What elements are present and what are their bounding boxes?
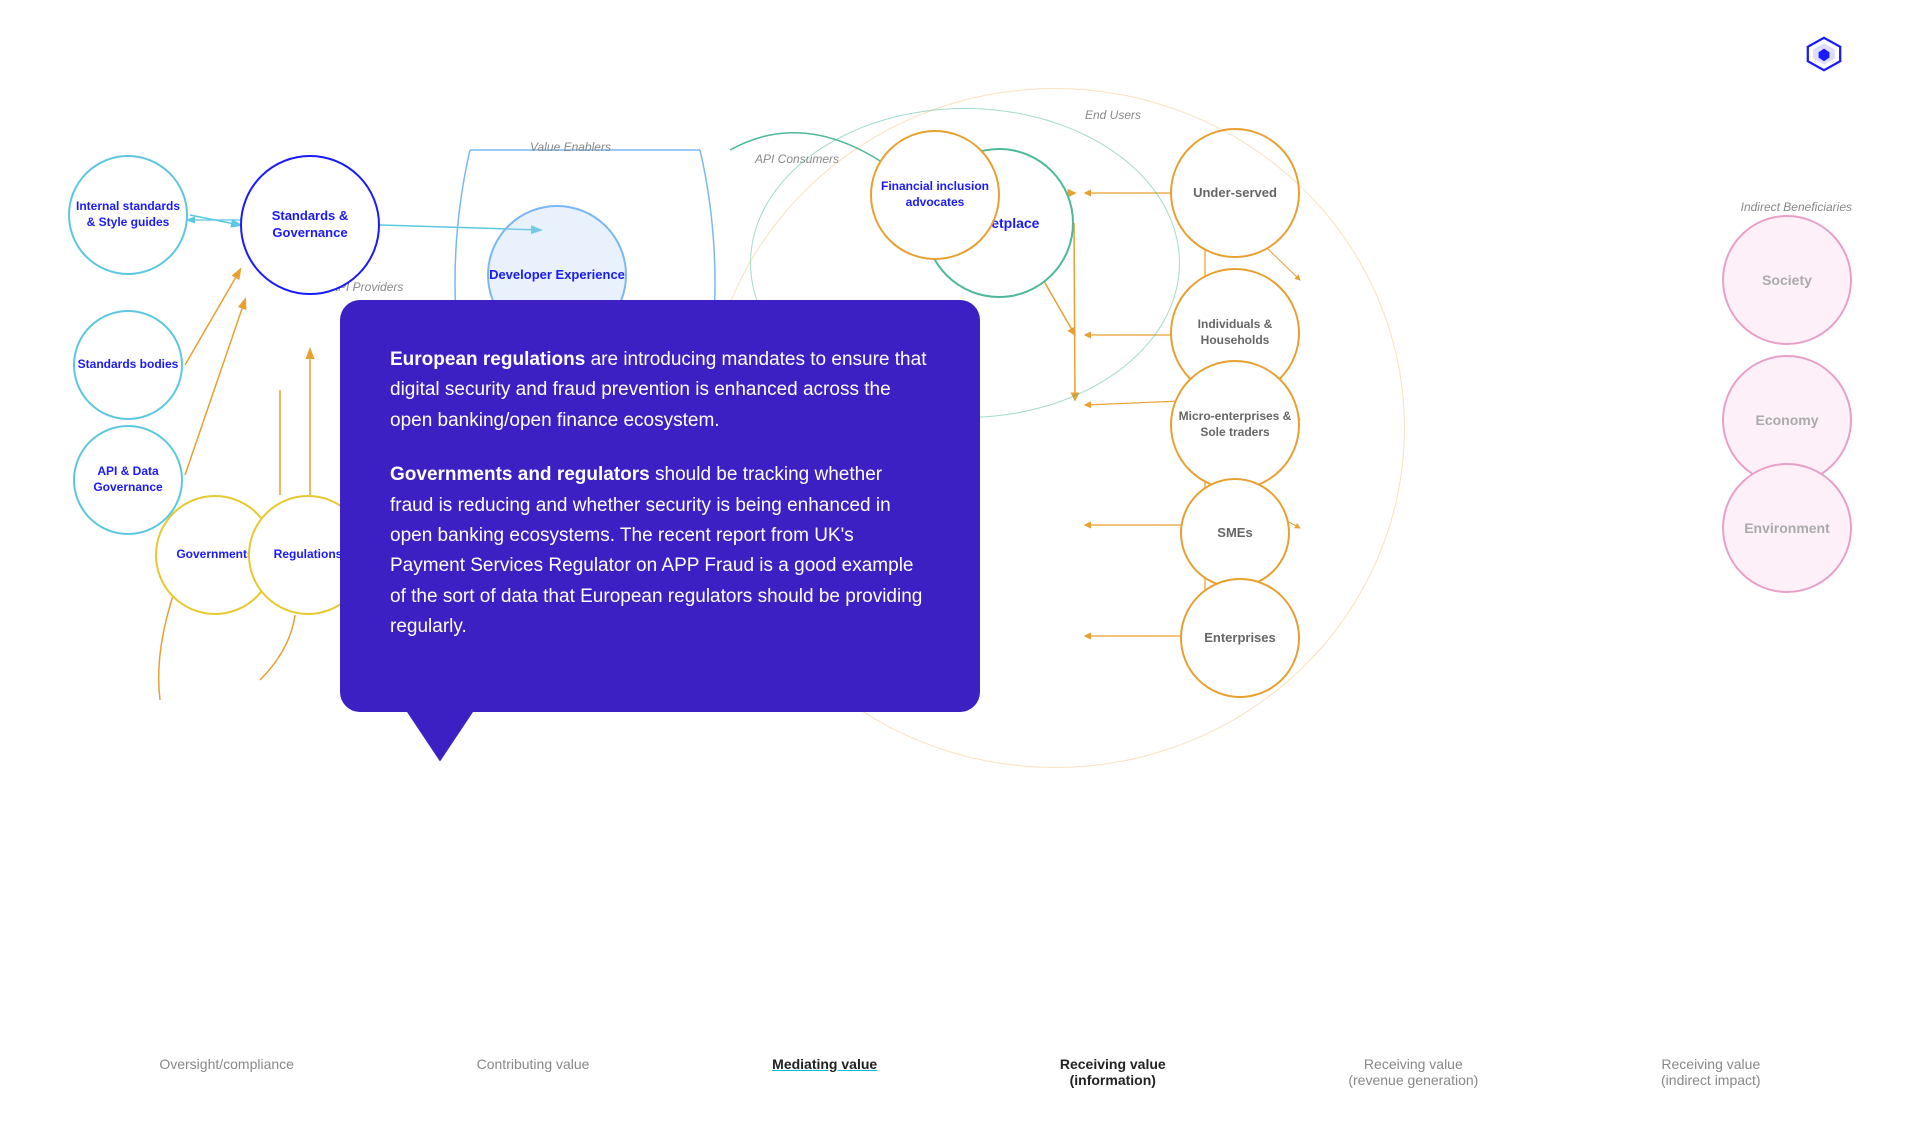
- circle-under-served: Under-served: [1170, 128, 1300, 258]
- bottom-label-receiving-revenue: Receiving value(revenue generation): [1348, 1056, 1478, 1088]
- bottom-label-receiving-indirect: Receiving value(indirect impact): [1661, 1056, 1761, 1088]
- circle-internal-standards: Internal standards & Style guides: [68, 155, 188, 275]
- popup-paragraph-2: Governments and regulators should be tra…: [390, 460, 930, 642]
- bottom-label-oversight: Oversight/compliance: [159, 1056, 294, 1088]
- indirect-beneficiaries-label: Indirect Beneficiaries: [1652, 200, 1852, 214]
- popup-paragraph-1: European regulations are introducing man…: [390, 345, 930, 436]
- bottom-label-mediating: Mediating value: [772, 1056, 877, 1088]
- api-consumers-label: API Consumers: [755, 152, 839, 166]
- circle-standards-governance: Standards & Governance: [240, 155, 380, 295]
- circle-standards-bodies: Standards bodies: [73, 310, 183, 420]
- circle-micro-enterprises: Micro-enterprises & Sole traders: [1170, 360, 1300, 490]
- bottom-label-contributing: Contributing value: [477, 1056, 590, 1088]
- bottom-label-receiving-info: Receiving value(information): [1060, 1056, 1166, 1088]
- bottom-labels-row: Oversight/compliance Contributing value …: [0, 1056, 1920, 1088]
- logo: [1806, 36, 1852, 72]
- circle-enterprises: Enterprises: [1180, 578, 1300, 698]
- value-enablers-label: Value Enablers: [530, 140, 611, 154]
- end-users-label: End Users: [1085, 108, 1141, 122]
- popup-card: European regulations are introducing man…: [340, 300, 980, 712]
- bottom-label-mediating-text: Mediating value: [772, 1056, 877, 1072]
- circle-financial-inclusion: Financial inclusion advocates: [870, 130, 1000, 260]
- circle-smes: SMEs: [1180, 478, 1290, 588]
- popup-tail: [400, 702, 480, 762]
- circle-environment: Environment: [1722, 463, 1852, 593]
- popup-bold-1: European regulations: [390, 349, 585, 370]
- popup-text-2: should be tracking whether fraud is redu…: [390, 464, 922, 637]
- popup-bold-2: Governments and regulators: [390, 464, 650, 485]
- circle-society: Society: [1722, 215, 1852, 345]
- platformable-icon: [1806, 36, 1842, 72]
